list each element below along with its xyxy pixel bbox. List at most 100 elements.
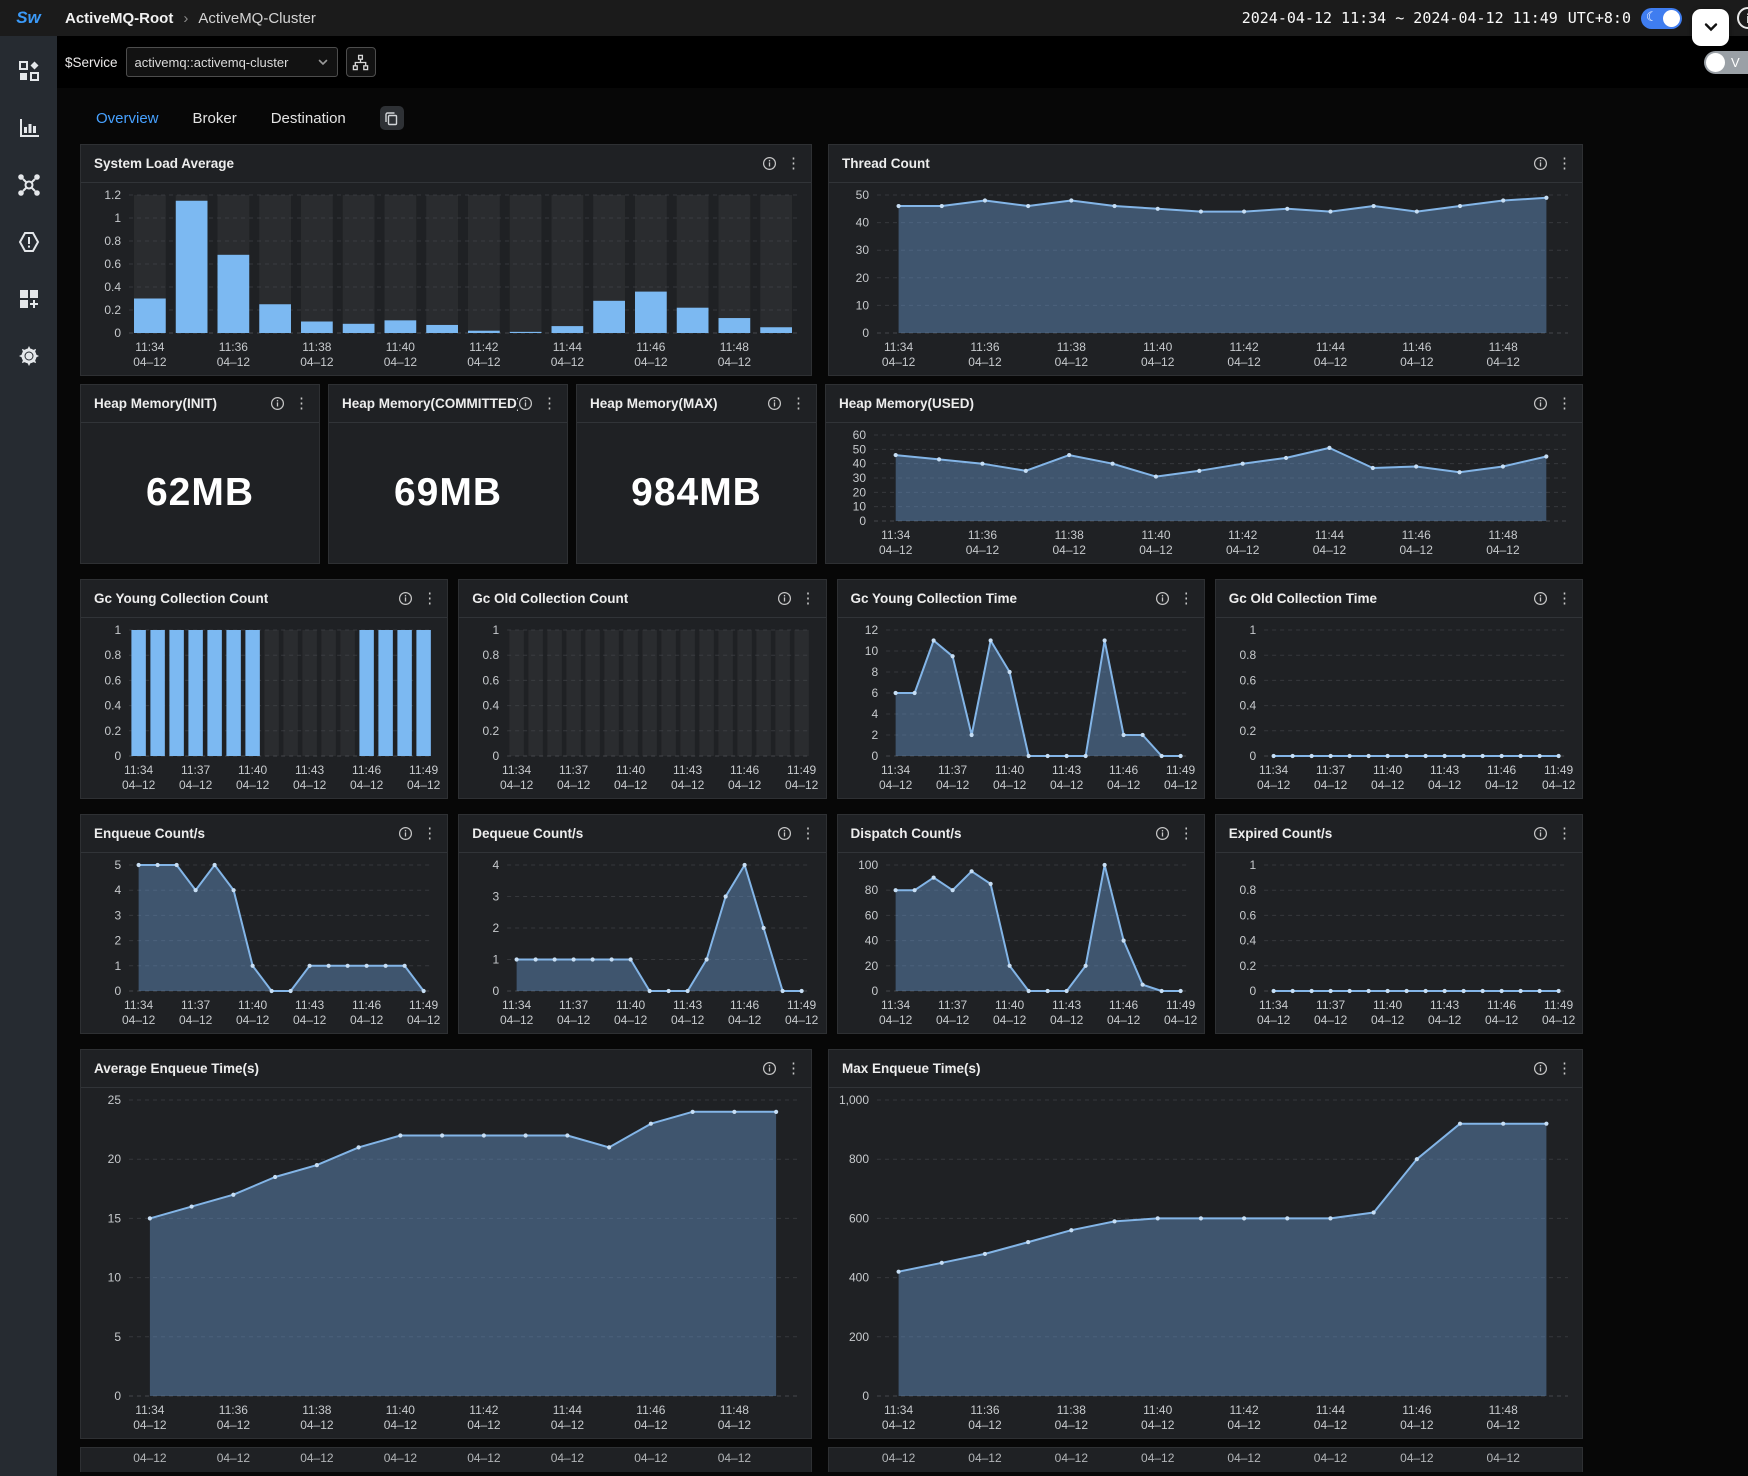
kebab-menu-icon[interactable]: ⋮	[1557, 1061, 1572, 1076]
svg-text:11:34: 11:34	[884, 1403, 913, 1417]
svg-text:04–12: 04–12	[1106, 1013, 1140, 1027]
info-icon[interactable]	[1533, 156, 1548, 171]
breadcrumb-leaf[interactable]: ActiveMQ-Cluster	[198, 10, 316, 27]
info-icon[interactable]	[777, 591, 792, 606]
kebab-menu-icon[interactable]: ⋮	[786, 156, 801, 171]
kebab-menu-icon[interactable]: ⋮	[791, 396, 806, 411]
kebab-menu-icon[interactable]: ⋮	[422, 591, 437, 606]
kebab-menu-icon[interactable]: ⋮	[422, 826, 437, 841]
svg-text:04–12: 04–12	[1314, 1013, 1348, 1027]
svg-text:04–12: 04–12	[133, 1418, 167, 1432]
info-icon[interactable]	[1533, 591, 1548, 606]
service-select[interactable]: activemq::activemq-cluster	[126, 47, 338, 77]
svg-text:04–12: 04–12	[634, 1418, 668, 1432]
copy-tabs-button[interactable]	[380, 106, 404, 130]
tab-broker[interactable]: Broker	[193, 110, 237, 127]
info-icon[interactable]	[1533, 1061, 1548, 1076]
tab-overview[interactable]: Overview	[96, 110, 159, 127]
info-button[interactable]: i	[1737, 7, 1748, 29]
svg-text:200: 200	[849, 1330, 869, 1344]
info-icon[interactable]	[762, 156, 777, 171]
time-range[interactable]: 2024-04-12 11:34 ~ 2024-04-12 11:49	[1242, 9, 1558, 27]
svg-text:04–12: 04–12	[1141, 355, 1175, 369]
sidebar-item-settings[interactable]	[16, 343, 42, 369]
svg-text:04–12: 04–12	[1485, 778, 1519, 792]
svg-text:04–12: 04–12	[467, 355, 501, 369]
info-icon[interactable]	[762, 1061, 777, 1076]
svg-text:11:46: 11:46	[1402, 340, 1431, 354]
svg-text:04–12: 04–12	[236, 778, 270, 792]
kebab-menu-icon[interactable]: ⋮	[801, 826, 816, 841]
info-icon[interactable]	[1155, 591, 1170, 606]
info-icon[interactable]	[1533, 826, 1548, 841]
svg-text:11:49: 11:49	[1544, 998, 1573, 1012]
kebab-menu-icon[interactable]: ⋮	[1557, 591, 1572, 606]
svg-text:04–12: 04–12	[879, 543, 913, 557]
sidebar-item-metrics[interactable]	[16, 115, 42, 141]
svg-text:20: 20	[856, 271, 870, 285]
panel-title: Average Enqueue Time(s)	[94, 1061, 259, 1076]
sidebar-item-marketplace[interactable]	[16, 286, 42, 312]
svg-text:0.8: 0.8	[1239, 648, 1256, 662]
kebab-menu-icon[interactable]: ⋮	[1179, 591, 1194, 606]
breadcrumb-root[interactable]: ActiveMQ-Root	[65, 10, 173, 27]
sidebar-item-alerts[interactable]	[16, 229, 42, 255]
info-icon[interactable]	[398, 591, 413, 606]
panel-title: Heap Memory(MAX)	[590, 396, 718, 411]
kebab-menu-icon[interactable]: ⋮	[1557, 396, 1572, 411]
svg-text:11:40: 11:40	[1141, 528, 1170, 542]
info-icon[interactable]	[270, 396, 285, 411]
info-icon[interactable]	[767, 396, 782, 411]
info-icon[interactable]	[518, 396, 533, 411]
tab-destination[interactable]: Destination	[271, 110, 346, 127]
sidebar-item-topology[interactable]	[16, 172, 42, 198]
panel-title: Expired Count/s	[1229, 826, 1333, 841]
svg-text:11:36: 11:36	[219, 340, 248, 354]
svg-text:11:44: 11:44	[553, 340, 582, 354]
version-toggle[interactable]: V	[1704, 51, 1748, 74]
info-icon[interactable]	[1533, 396, 1548, 411]
svg-text:11:40: 11:40	[386, 340, 415, 354]
svg-text:60: 60	[853, 428, 867, 442]
svg-text:04–12: 04–12	[1139, 543, 1173, 557]
svg-text:04–12: 04–12	[1486, 543, 1520, 557]
svg-text:04–12: 04–12	[718, 1418, 752, 1432]
kebab-menu-icon[interactable]: ⋮	[1557, 156, 1572, 171]
kebab-menu-icon[interactable]: ⋮	[294, 396, 309, 411]
skywalking-logo[interactable]: Sw	[0, 0, 57, 36]
svg-text:04–12: 04–12	[614, 778, 648, 792]
svg-text:15: 15	[108, 1211, 122, 1225]
svg-text:11:36: 11:36	[970, 340, 999, 354]
svg-text:04–12: 04–12	[1371, 1013, 1405, 1027]
kebab-menu-icon[interactable]: ⋮	[1557, 826, 1572, 841]
svg-text:04–12: 04–12	[293, 778, 327, 792]
topology-icon	[17, 173, 41, 197]
kebab-menu-icon[interactable]: ⋮	[542, 396, 557, 411]
kebab-menu-icon[interactable]: ⋮	[786, 1061, 801, 1076]
sidebar-item-dashboards[interactable]	[16, 58, 42, 84]
theme-toggle[interactable]: ☾	[1641, 8, 1682, 29]
svg-text:11:44: 11:44	[1316, 340, 1345, 354]
svg-text:04–12: 04–12	[557, 778, 591, 792]
service-hierarchy-button[interactable]	[346, 47, 376, 77]
activemq-dashboard: Sw	[0, 0, 1748, 1476]
svg-text:04–12: 04–12	[1400, 1418, 1434, 1432]
svg-text:11:48: 11:48	[1488, 528, 1517, 542]
svg-text:04–12: 04–12	[300, 1418, 334, 1432]
dequeue-count-chart: 0123411:3404–1211:3704–1211:4004–1211:43…	[459, 853, 825, 1033]
info-icon[interactable]	[1155, 826, 1170, 841]
svg-text:0.2: 0.2	[1239, 959, 1256, 973]
kebab-menu-icon[interactable]: ⋮	[801, 591, 816, 606]
svg-text:11:40: 11:40	[238, 763, 267, 777]
widgets-plus-icon	[17, 287, 41, 311]
svg-text:1,000: 1,000	[839, 1093, 869, 1107]
svg-text:2: 2	[493, 921, 500, 935]
expand-button[interactable]	[1692, 9, 1729, 46]
svg-text:10: 10	[864, 644, 878, 658]
panel-dequeue-count: Dequeue Count/s ⋮ 0123411:3404–1211:3704…	[458, 814, 826, 1034]
panel-title: Dequeue Count/s	[472, 826, 583, 841]
info-icon[interactable]	[398, 826, 413, 841]
svg-text:40: 40	[856, 216, 870, 230]
kebab-menu-icon[interactable]: ⋮	[1179, 826, 1194, 841]
info-icon[interactable]	[777, 826, 792, 841]
